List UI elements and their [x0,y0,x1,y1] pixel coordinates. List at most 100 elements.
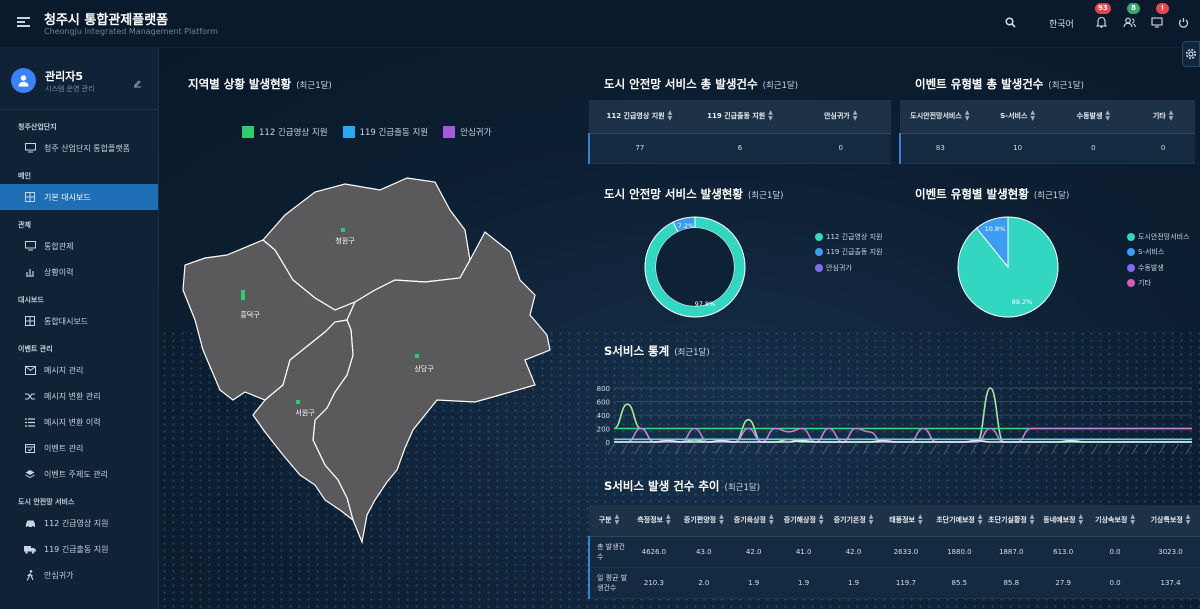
trend-cell: 210.3 [628,567,679,599]
search-icon[interactable] [1002,14,1018,30]
chart-icon [24,266,36,278]
language-selector[interactable]: 한국어 [1049,17,1074,30]
edit-profile-icon[interactable] [133,73,142,92]
trend-col-header[interactable]: 증기해상정 ▲ ▼ [778,505,829,537]
legend-item[interactable]: 안심귀가 [815,260,882,276]
marker-seowon[interactable] [296,400,300,404]
safety-total-title: 도시 안전망 서비스 총 발생건수 (최근1달) [604,77,799,91]
trend-col-header[interactable]: 측정정보 ▲ ▼ [628,505,679,537]
sidebar-item[interactable]: 안심귀가 [0,562,158,588]
legend-safe-return[interactable]: 안심귀가 [443,126,491,138]
pie-data-label: 7.2% [678,222,695,230]
sidebar-item[interactable]: 이벤트 관리 [0,435,158,461]
legend-item[interactable]: 119 긴급출동 지원 [815,245,882,261]
x-tick-mark [930,443,937,455]
x-tick-mark [890,443,897,455]
sidebar-item-label: 통합대시보드 [44,316,89,326]
sidebar-section-title: 관제 [18,221,31,229]
col-city-safety[interactable]: 도시안전망서비스 ▲ ▼ [900,100,980,134]
s-stats-line-chart: 800 600 400 200 0 [597,385,1193,455]
grid-icon [24,315,36,327]
marker-heungdeok[interactable] [241,290,245,300]
trend-col-header[interactable]: 증기편양정 ▲ ▼ [678,505,729,537]
legend-item[interactable]: 기타 [1127,276,1190,292]
trend-col-header[interactable]: 증기육상정 ▲ ▼ [728,505,779,537]
x-tick-mark [809,443,816,455]
trend-cell: 3023.0 [1141,536,1200,568]
sidebar-item-label: 메시지 변환 관리 [44,391,101,401]
legend-item[interactable]: 도시안전망서비스 [1127,229,1190,245]
x-tick-mark [728,443,736,455]
trend-cell: 4626.0 [628,536,679,568]
trend-cell: 1.9 [778,567,829,599]
y-tick-label: 0 [606,439,610,447]
cheongju-district-map: 청원구 흥덕구 상당구 서원구 [182,177,551,545]
list-icon [24,416,36,428]
trend-cell: 2633.0 [878,536,934,568]
legend-item[interactable]: S-서비스 [1127,245,1190,261]
calendar-icon [24,442,36,454]
pie-data-label: 89.2% [1012,298,1033,306]
bell-icon[interactable] [1093,14,1109,30]
x-tick-mark [863,443,870,455]
notification-badge: 93 [1095,3,1111,14]
x-tick-mark [795,443,803,455]
sidebar-item[interactable]: 통합관제 [0,233,158,259]
settings-gear-icon[interactable] [1182,41,1200,67]
x-tick-mark [769,443,776,455]
trend-col-header[interactable]: 초단기예보정 ▲ ▼ [933,505,986,537]
trend-cell: 총 발생건수 [588,536,629,568]
x-tick-mark [1037,443,1045,455]
sidebar-item[interactable]: 통합대시보드 [0,308,158,334]
trend-cell: 613.0 [1037,536,1090,568]
event-status-title: 이벤트 유형별 발생현황 (최근1달) [915,187,1070,201]
trend-col-header[interactable]: 초단기실황정 ▲ ▼ [985,505,1038,537]
value-city-safety: 83 [899,133,980,164]
sidebar-item[interactable]: 119 긴급출동 지원 [0,536,158,562]
trend-cell: 1.9 [828,567,879,599]
sidebar-item[interactable]: 112 긴급영상 지원 [0,510,158,536]
users-icon[interactable] [1121,14,1137,30]
sidebar-item[interactable]: 이벤트 주제도 관리 [0,461,158,487]
pie-data-label: 97.8% [695,300,716,308]
sidebar-item[interactable]: 상황이력 [0,259,158,285]
pie-data-label: 10.8% [985,225,1006,233]
trend-cell: 85.8 [985,567,1038,599]
trend-col-header[interactable]: 구분 ▲ ▼ [589,505,629,537]
y-tick-label: 600 [597,399,610,407]
legend-item[interactable]: 112 긴급영상 지원 [815,229,882,245]
x-tick-mark [970,443,978,455]
sidebar-item[interactable]: 메시지 변환 관리 [0,383,158,409]
sidebar-item-label: 통합관제 [44,241,74,251]
sidebar-item[interactable]: 청주 산업단지 통합플랫폼 [0,135,158,161]
col-etc[interactable]: 기타 ▲ ▼ [1131,100,1195,134]
col-112[interactable]: 112 긴급영상 지원 ▲ ▼ [589,100,690,134]
trend-col-header[interactable]: 기상속보정 ▲ ▼ [1089,505,1142,537]
marker-sangdang[interactable] [415,354,419,358]
x-tick-mark [674,443,682,455]
legend-112[interactable]: 112 긴급영상 지원 [242,126,328,138]
safety-donut-chart: 7.2% 97.8% [644,216,746,318]
legend-119[interactable]: 119 긴급출동 지원 [342,126,428,138]
trend-col-header[interactable]: 동네예보정 ▲ ▼ [1037,505,1090,537]
col-manual[interactable]: 수동발생 ▲ ▼ [1055,100,1132,134]
sidebar-item[interactable]: 기본 대시보드 [0,184,158,210]
col-s-service[interactable]: S-서비스 ▲ ▼ [979,100,1056,134]
power-icon[interactable] [1175,14,1191,30]
x-tick-mark [648,443,655,455]
x-tick-mark [701,443,709,455]
trend-col-header[interactable]: 증기기온정 ▲ ▼ [828,505,879,537]
menu-icon[interactable] [17,17,30,27]
x-tick-mark [997,443,1005,455]
monitor-icon[interactable] [1149,14,1165,30]
legend-item[interactable]: 수동발생 [1127,260,1190,276]
col-119[interactable]: 119 긴급출동 지원 ▲ ▼ [689,100,791,134]
col-safe-return[interactable]: 안심귀가 ▲ ▼ [790,100,891,134]
marker-cheongwon[interactable] [341,228,345,232]
sidebar-item[interactable]: 메시지 변환 이력 [0,409,158,435]
trend-col-header[interactable]: 기상특보정 ▲ ▼ [1141,505,1200,537]
trend-col-header[interactable]: 태풍정보 ▲ ▼ [878,505,934,537]
sidebar-item[interactable]: 메시지 관리 [0,357,158,383]
layers-icon [24,468,36,480]
avatar [11,68,36,93]
